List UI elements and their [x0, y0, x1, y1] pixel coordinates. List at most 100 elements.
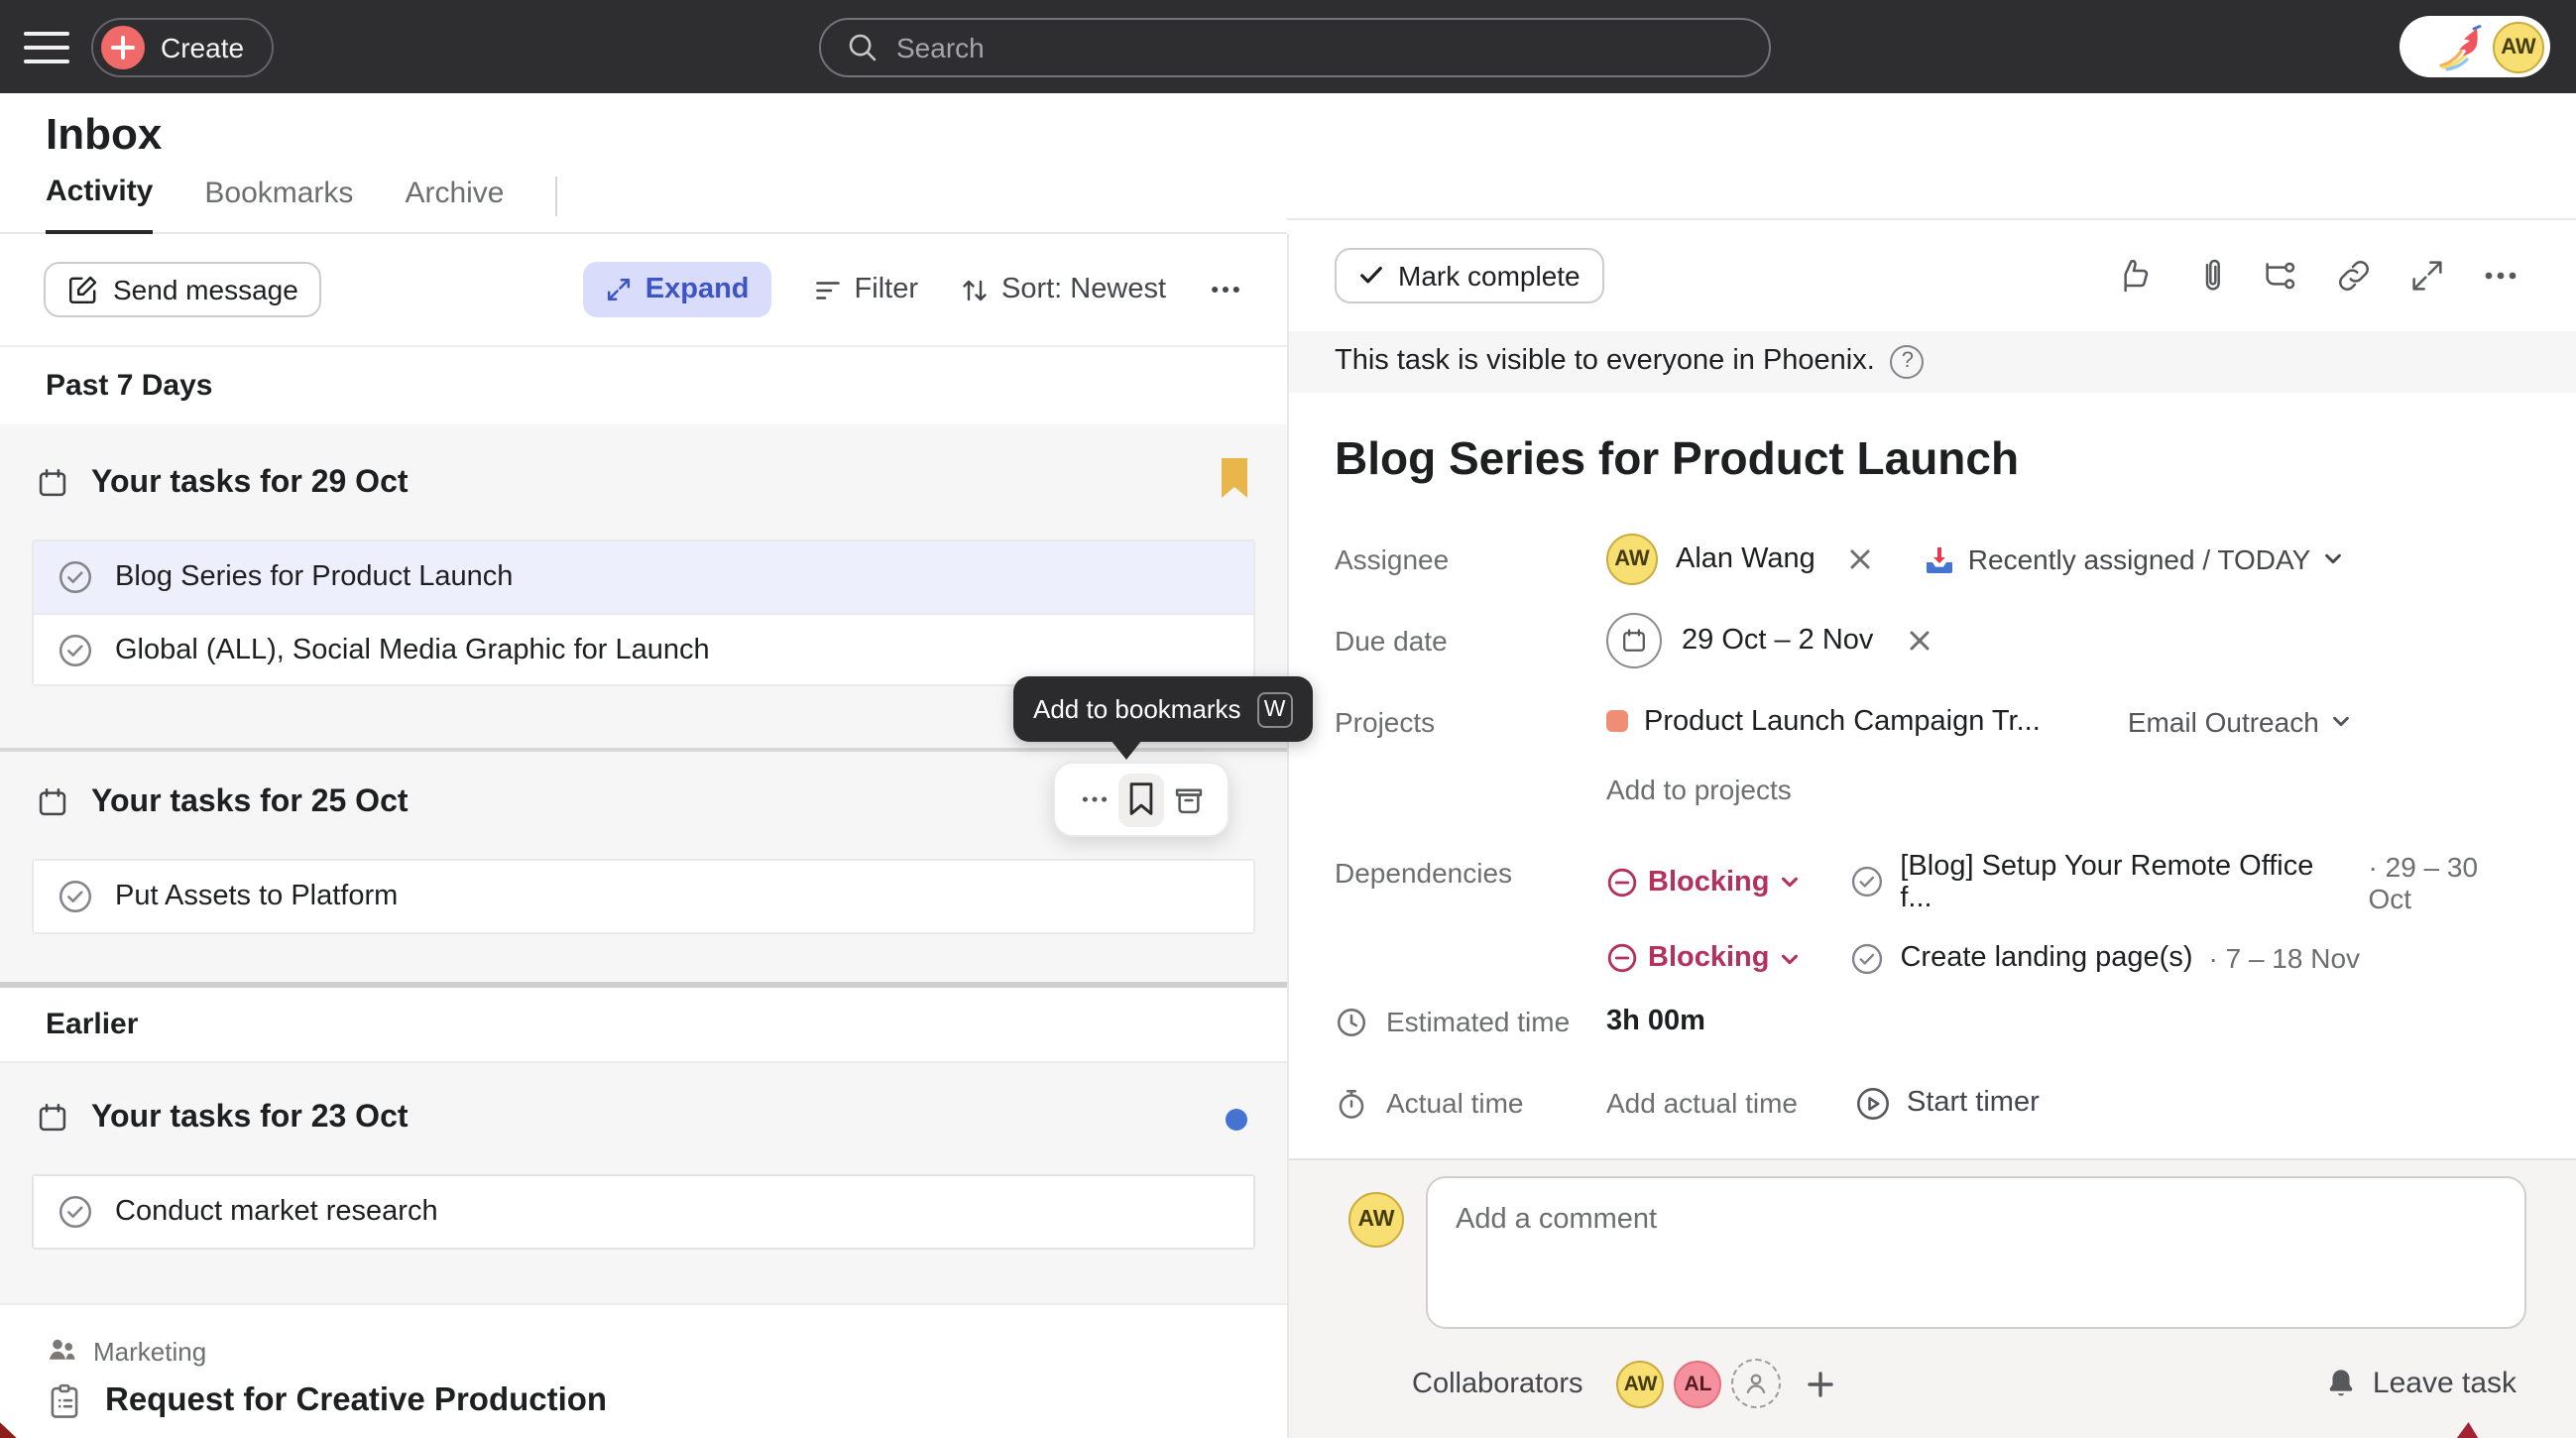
project-name[interactable]: Product Launch Campaign Tr... [1644, 705, 2041, 737]
create-button[interactable]: Create [91, 17, 274, 76]
assignee-value: AW Alan Wang Recently assigned / TODAY [1606, 533, 2344, 584]
calendar-icon [36, 466, 69, 500]
collaborator-avatar[interactable]: AW [1617, 1360, 1665, 1407]
due-date-row: Due date 29 Oct – 2 Nov [1335, 614, 2528, 665]
sidebar-toggle-button[interactable] [0, 0, 91, 93]
attach-icon[interactable] [2187, 256, 2227, 296]
plus-icon [1808, 1370, 1835, 1397]
project-section-dropdown[interactable]: Email Outreach [2128, 705, 2353, 737]
group-heading: Your tasks for 23 Oct [0, 1093, 1287, 1142]
notification-actions [1053, 762, 1229, 837]
actual-time-label-group: Actual time [1335, 1086, 1606, 1120]
task-toolbar: Mark complete [1287, 219, 2576, 331]
tab-activity[interactable]: Activity [46, 175, 153, 234]
add-to-projects-link[interactable]: Add to projects [1606, 773, 1792, 804]
expand-button[interactable]: Expand [584, 262, 771, 317]
bell-icon [2325, 1367, 2359, 1400]
projects-value: Product Launch Campaign Tr... Email Outr… [1606, 705, 2353, 737]
task-row[interactable]: Blog Series for Product Launch [34, 541, 1253, 613]
estimated-time-label-group: Estimated time [1335, 1005, 1606, 1038]
dependency-task-link[interactable]: [Blog] Setup Your Remote Office f... [1850, 850, 2352, 913]
remove-assignee-button[interactable] [1849, 546, 1873, 570]
inbox-toolbar: Send message Expand Filter [0, 234, 1287, 345]
send-message-button[interactable]: Send message [44, 262, 322, 317]
add-to-bookmarks-button[interactable] [1117, 773, 1164, 826]
user-avatar[interactable]: AW [2493, 21, 2544, 72]
plus-icon [101, 25, 145, 68]
notification-more-button[interactable] [1071, 773, 1117, 826]
inbox-more-button[interactable] [1208, 272, 1243, 307]
blocking-dropdown[interactable]: Blocking [1606, 866, 1801, 898]
task-title: Conduct market research [115, 1196, 438, 1228]
unread-dot [1226, 1109, 1247, 1131]
like-button[interactable] [2114, 256, 2154, 296]
task-more-button[interactable] [2481, 256, 2520, 296]
workspace-logo-icon [2435, 21, 2487, 72]
start-timer-button[interactable]: Start timer [1853, 1084, 2040, 1122]
sort-button[interactable]: Sort: Newest [960, 274, 1166, 305]
task-title[interactable]: Blog Series for Product Launch [1287, 392, 2576, 533]
dependencies-row: Dependencies Blocking [Blog] Setup Your … [1335, 850, 2528, 962]
link-icon[interactable] [2334, 256, 2374, 296]
comment-input[interactable] [1426, 1176, 2526, 1329]
leave-task-label: Leave task [2373, 1367, 2517, 1400]
recently-assigned-icon [1925, 542, 1956, 574]
task-row[interactable]: Global (ALL), Social Media Graphic for L… [34, 613, 1253, 684]
remove-due-date-button[interactable] [1907, 628, 1931, 652]
estimated-time-row: Estimated time 3h 00m [1335, 996, 2528, 1047]
task-title: Global (ALL), Social Media Graphic for L… [115, 634, 710, 665]
assignee-section-label: Recently assigned / TODAY [1968, 542, 2311, 574]
help-icon[interactable]: ? [1891, 345, 1925, 379]
check-circle-icon[interactable] [58, 1194, 93, 1230]
minus-circle-icon [1606, 942, 1638, 974]
calendar-circle-icon[interactable] [1606, 612, 1662, 667]
due-date-label: Due date [1335, 624, 1606, 656]
estimated-time-value[interactable]: 3h 00m [1606, 1006, 1705, 1037]
search-input[interactable] [896, 32, 1743, 63]
archive-button[interactable] [1165, 773, 1212, 826]
leave-task-button[interactable]: Leave task [2325, 1367, 2517, 1400]
task-title: Blog Series for Product Launch [115, 561, 513, 593]
check-circle-icon[interactable] [58, 632, 93, 667]
bookmark-tooltip: Add to bookmarks W [1013, 676, 1313, 742]
search-bar[interactable] [819, 18, 1771, 77]
projects-row: Projects Product Launch Campaign Tr... E… [1335, 695, 2528, 747]
blocking-label: Blocking [1648, 942, 1769, 974]
check-circle-icon[interactable] [58, 559, 93, 595]
page-title: Inbox [46, 109, 162, 161]
account-menu[interactable]: AW [2400, 16, 2550, 77]
task-rows: Blog Series for Product Launch Global (A… [32, 539, 1255, 686]
mark-complete-label: Mark complete [1398, 260, 1581, 292]
calendar-icon [36, 785, 69, 819]
check-circle-icon[interactable] [58, 879, 93, 914]
clipped-item-fragment [0, 1418, 36, 1438]
blocking-dropdown[interactable]: Blocking [1606, 942, 1801, 974]
task-row[interactable]: Conduct market research [34, 1176, 1253, 1248]
subtasks-icon[interactable] [2261, 256, 2300, 296]
add-person-placeholder[interactable] [1732, 1359, 1782, 1408]
fullscreen-icon[interactable] [2407, 256, 2447, 296]
team-line: Marketing [46, 1335, 1287, 1367]
notification-group-23oct[interactable]: Your tasks for 23 Oct Conduct market res… [0, 1063, 1287, 1303]
inbox-pane: Inbox Activity Bookmarks Archive Send me… [0, 93, 1287, 1438]
inbox-footer-item[interactable]: Marketing Request for Creative Productio… [0, 1303, 1287, 1438]
add-actual-time-link[interactable]: Add actual time [1606, 1087, 1798, 1119]
blocking-label: Blocking [1648, 866, 1769, 898]
collaborator-avatar[interactable]: AL [1675, 1360, 1722, 1407]
mark-complete-button[interactable]: Mark complete [1335, 248, 1604, 303]
add-collaborator-button[interactable] [1808, 1370, 1835, 1397]
due-date-text[interactable]: 29 Oct – 2 Nov [1682, 624, 1873, 656]
inbox-header: Inbox Activity Bookmarks Archive [0, 93, 1287, 234]
assignee-name[interactable]: Alan Wang [1676, 542, 1815, 574]
comment-author-avatar: AW [1348, 1192, 1404, 1248]
assignee-avatar[interactable]: AW [1606, 533, 1658, 584]
pane-divider [1287, 234, 1289, 1438]
dependency-task-link[interactable]: Create landing page(s) [1850, 941, 2192, 975]
tooltip-label: Add to bookmarks [1033, 694, 1241, 724]
task-row[interactable]: Put Assets to Platform [34, 861, 1253, 932]
tab-archive[interactable]: Archive [405, 177, 504, 232]
assignee-section-dropdown[interactable]: Recently assigned / TODAY [1925, 542, 2345, 574]
filter-button[interactable]: Filter [813, 274, 918, 305]
tab-bookmarks[interactable]: Bookmarks [204, 177, 353, 232]
bookmark-icon [1220, 458, 1249, 500]
